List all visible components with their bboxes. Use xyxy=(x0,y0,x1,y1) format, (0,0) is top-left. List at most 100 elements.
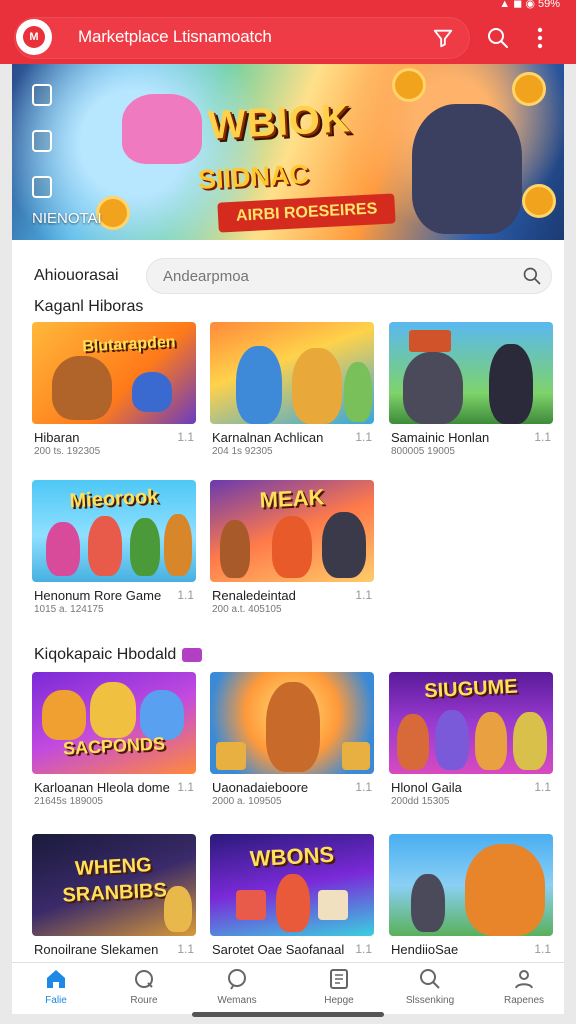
home-indicator[interactable] xyxy=(192,1012,384,1017)
card-title: Hibaran xyxy=(34,430,80,445)
hero-logo-line1: WBIOK xyxy=(206,96,352,148)
folder-icon xyxy=(182,647,203,662)
group-title: Kaganl Hiboras xyxy=(34,298,144,315)
prop-art xyxy=(164,886,192,932)
nav-item-hepge[interactable]: Hepge xyxy=(299,967,379,1011)
more-vertical-icon[interactable] xyxy=(530,26,550,50)
hero-creature-left xyxy=(122,94,202,164)
thumbnail-title-art: Blutarapden xyxy=(81,333,177,356)
filter-row: Ahiouorasai xyxy=(34,258,552,294)
game-card[interactable]: WHENG SRANBIBS Ronoilrane Slekamen 1.1 xyxy=(32,834,196,974)
card-count: 1.1 xyxy=(177,942,194,956)
hero-side-icons xyxy=(32,84,52,198)
hero-ribbon: AIRBI ROESEIRES xyxy=(217,193,397,233)
nav-label: Falie xyxy=(45,995,67,1006)
search-icon[interactable] xyxy=(522,266,542,286)
search-icon[interactable] xyxy=(486,26,510,50)
prop-art xyxy=(132,372,172,412)
badge-icon[interactable] xyxy=(32,84,52,106)
game-thumbnail: WBONS xyxy=(210,834,374,936)
app-title: Marketplace Ltisnamoatch xyxy=(78,27,272,46)
character-art xyxy=(164,514,192,576)
nav-item-home[interactable]: Falie xyxy=(16,967,96,1011)
game-card[interactable]: Karnalnan Achlican 204 1s 92305 1.1 xyxy=(210,322,374,462)
card-title: HendiioSae xyxy=(391,942,459,957)
game-thumbnail: WHENG SRANBIBS xyxy=(32,834,196,936)
character-art xyxy=(266,682,320,772)
card-meta: 21645s 189005 xyxy=(34,796,103,807)
prop-art xyxy=(236,890,266,920)
character-art xyxy=(220,520,250,578)
card-meta: 1015 a. 124175 xyxy=(34,604,104,615)
search-icon xyxy=(420,969,440,989)
card-title: Samainic Honlan xyxy=(391,430,490,445)
character-art xyxy=(513,712,547,770)
bag-icon[interactable] xyxy=(32,176,52,198)
card-title: Henonum Rore Game xyxy=(34,588,162,603)
character-art xyxy=(42,690,86,740)
nav-label: Rapenes xyxy=(503,995,545,1006)
card-count: 1.1 xyxy=(177,430,194,444)
filter-icon[interactable] xyxy=(432,27,454,49)
filter-search-input[interactable] xyxy=(146,258,552,294)
game-card[interactable]: WBONS Sarotet Oae Saofanaal 1.1 xyxy=(210,834,374,974)
card-count: 1.1 xyxy=(177,588,194,602)
group-title-text: Kiqokapaic Hbodald xyxy=(34,646,177,663)
status-bar: ▲ ◼ ◉ 59% xyxy=(0,0,576,12)
thumbnail-title-art: Mieorook xyxy=(69,485,159,513)
nav-item-rapenes[interactable]: Rapenes xyxy=(484,967,564,1011)
hero-knight-right xyxy=(412,104,522,234)
app-logo[interactable]: M xyxy=(16,19,52,55)
game-card[interactable]: Mieorook Henonum Rore Game 1015 a. 12417… xyxy=(32,480,196,620)
game-card[interactable]: Samainic Honlan 800005 19005 1.1 xyxy=(389,322,553,462)
nav-item-roure[interactable]: Roure xyxy=(104,967,184,1011)
nav-label: Slssenking xyxy=(405,995,455,1006)
game-thumbnail xyxy=(210,322,374,424)
game-card[interactable]: SIUGUME Hlonol Gaila 200dd 15305 1.1 xyxy=(389,672,553,812)
character-art xyxy=(465,844,545,936)
game-thumbnail: SIUGUME xyxy=(389,672,553,774)
prop-art xyxy=(342,742,370,770)
card-title: Karnalnan Achlican xyxy=(212,430,324,445)
card-meta: 2000 a. 109505 xyxy=(212,796,282,807)
nav-item-wemans[interactable]: Wemans xyxy=(197,967,277,1011)
nav-item-slssenking[interactable]: Slssenking xyxy=(390,967,470,1011)
character-art xyxy=(411,874,445,932)
character-art xyxy=(489,344,533,424)
refresh-icon xyxy=(135,970,153,988)
card-count: 1.1 xyxy=(534,430,551,444)
thumbnail-title-art: WBONS xyxy=(249,841,335,872)
game-card[interactable]: MEAK Renaledeintad 200 a.t. 405105 1.1 xyxy=(210,480,374,620)
logo-mark: M xyxy=(23,26,45,48)
game-thumbnail: Mieorook xyxy=(32,480,196,582)
character-art xyxy=(46,522,80,576)
hero-logo-line2: SIIDNAC xyxy=(197,159,310,195)
game-card[interactable]: SACPONDS Karloanan Hleola dome 21645s 18… xyxy=(32,672,196,812)
card-count: 1.1 xyxy=(355,942,372,956)
card-meta: 200 a.t. 405105 xyxy=(212,604,282,615)
thumbnail-title-art: SIUGUME xyxy=(423,675,519,703)
status-indicators: ▲ ◼ ◉ 59% xyxy=(499,0,560,10)
card-title: Sarotet Oae Saofanaal xyxy=(212,942,345,957)
hero-banner[interactable]: WBIOK SIIDNAC AIRBI ROESEIRES NIENOTAI xyxy=(12,64,564,240)
card-meta: 200dd 15305 xyxy=(391,796,450,807)
card-count: 1.1 xyxy=(355,430,372,444)
nav-label: Roure xyxy=(130,995,158,1006)
card-title: Karloanan Hleola dome xyxy=(34,780,170,795)
game-card[interactable]: HendiioSae 1.1 xyxy=(389,834,553,974)
group-title: Kiqokapaic Hbodald xyxy=(34,646,203,664)
card-title: Renaledeintad xyxy=(212,588,296,603)
settings-icon[interactable] xyxy=(32,130,52,152)
prop-art xyxy=(409,330,451,352)
card-count: 1.1 xyxy=(355,780,372,794)
chat-icon xyxy=(228,969,246,990)
game-thumbnail xyxy=(389,834,553,936)
character-art xyxy=(90,682,136,738)
character-art xyxy=(236,346,282,424)
character-art xyxy=(292,348,342,424)
card-count: 1.1 xyxy=(177,780,194,794)
game-card[interactable]: Uaonadaieboore 2000 a. 109505 1.1 xyxy=(210,672,374,812)
card-count: 1.1 xyxy=(534,942,551,956)
game-card[interactable]: Blutarapden Hibaran 200 ts. 192305 1.1 xyxy=(32,322,196,462)
hero-caption: NIENOTAI xyxy=(32,210,102,227)
